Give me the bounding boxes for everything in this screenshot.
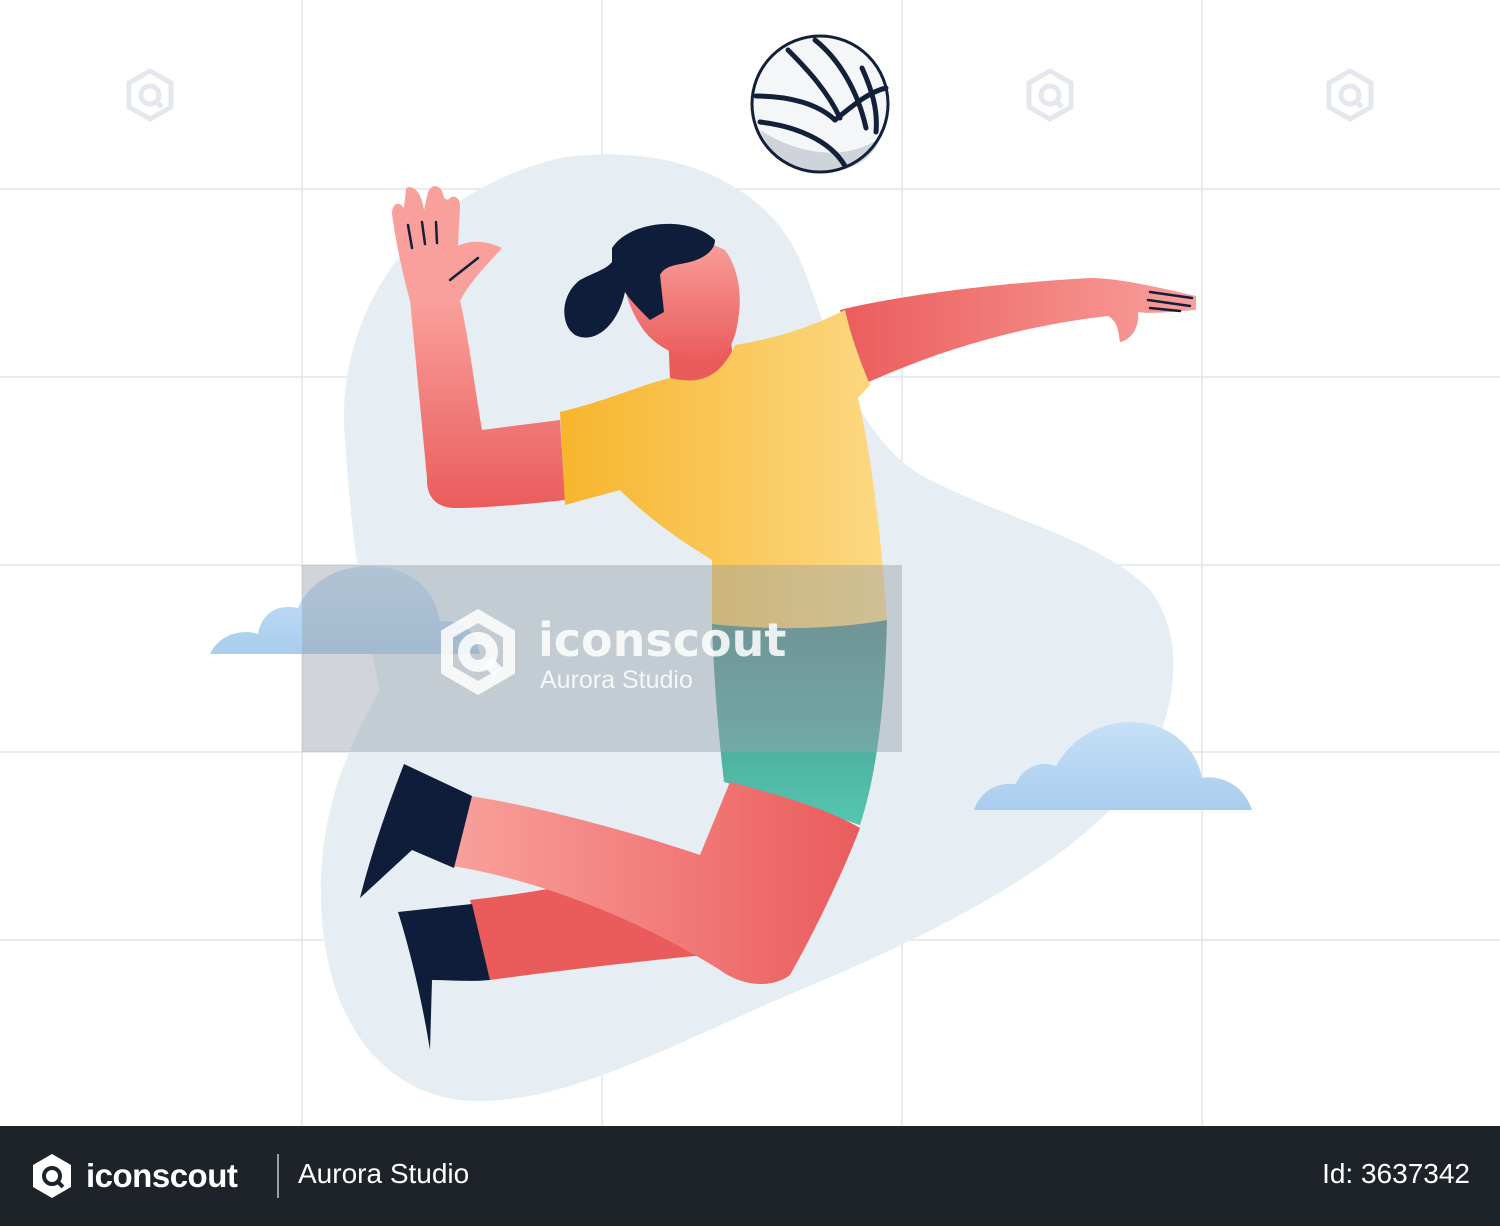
footer-logo[interactable]: iconscout — [28, 1152, 238, 1200]
illustration-area: iconscout Aurora Studio — [0, 0, 1500, 1126]
watermark-brand: iconscout — [538, 613, 786, 667]
watermark-hexagon-icon — [1326, 68, 1374, 122]
arm-right — [840, 278, 1196, 385]
iconscout-logo-icon — [33, 1154, 71, 1198]
footer-brand: iconscout — [86, 1157, 238, 1194]
watermark-hexagon-icon — [1026, 68, 1074, 122]
watermark-author: Aurora Studio — [540, 666, 693, 694]
footer-divider — [277, 1154, 279, 1198]
watermark-hexagon-icon — [126, 68, 174, 122]
asset-id: Id: 3637342 — [1322, 1158, 1470, 1189]
volleyball — [750, 34, 890, 174]
footer-author[interactable]: Aurora Studio — [298, 1158, 469, 1190]
footer-bar: iconscout Aurora Studio Id: 3637342 — [0, 1126, 1500, 1226]
